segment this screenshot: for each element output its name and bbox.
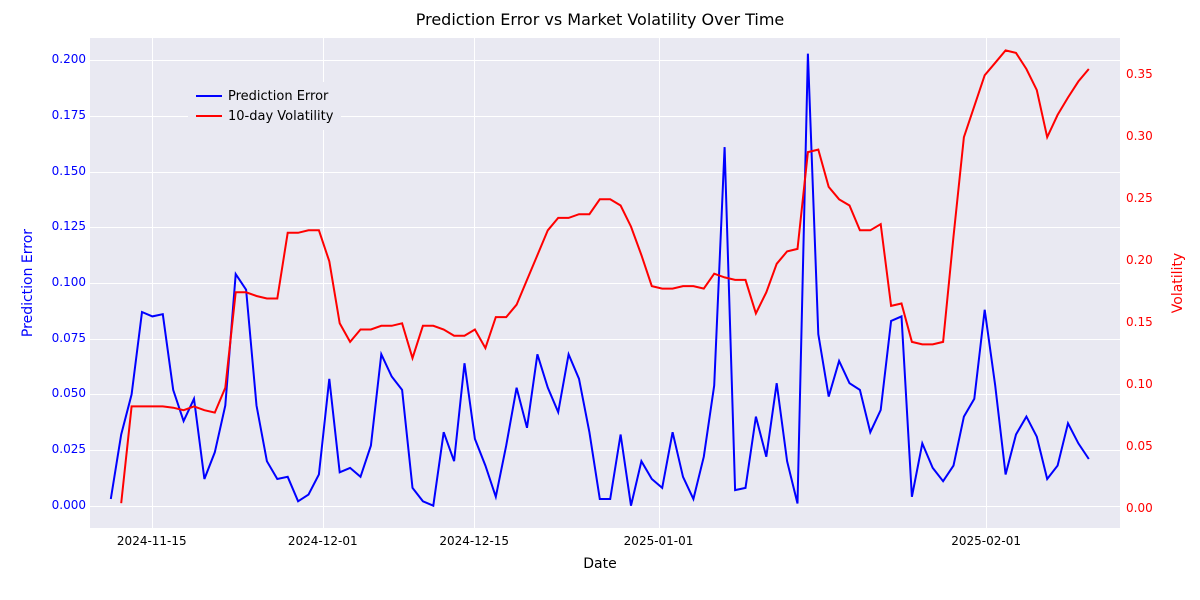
plot-area: Prediction Error 10-day Volatility	[90, 38, 1120, 528]
y1-tick-label: 0.050	[52, 386, 86, 400]
y1-tick-label: 0.150	[52, 164, 86, 178]
y1-tick-label: 0.075	[52, 331, 86, 345]
legend-swatch-volatility	[196, 115, 222, 117]
y1-tick-label: 0.200	[52, 52, 86, 66]
x-tick-label: 2025-01-01	[624, 534, 694, 548]
legend-item-volatility: 10-day Volatility	[196, 106, 333, 126]
x-tick-label: 2024-12-15	[439, 534, 509, 548]
y2-tick-label: 0.35	[1126, 67, 1153, 81]
legend-item-prediction-error: Prediction Error	[196, 86, 333, 106]
legend-label: 10-day Volatility	[228, 109, 333, 124]
y1-tick-label: 0.000	[52, 498, 86, 512]
y2-tick-label: 0.30	[1126, 129, 1153, 143]
chart-title: Prediction Error vs Market Volatility Ov…	[0, 10, 1200, 29]
legend: Prediction Error 10-day Volatility	[188, 82, 341, 130]
legend-swatch-prediction-error	[196, 95, 222, 97]
x-tick-label: 2024-11-15	[117, 534, 187, 548]
y2-tick-label: 0.15	[1126, 315, 1153, 329]
y1-tick-label: 0.025	[52, 442, 86, 456]
y2-tick-label: 0.25	[1126, 191, 1153, 205]
y2-tick-label: 0.10	[1126, 377, 1153, 391]
y1-tick-label: 0.100	[52, 275, 86, 289]
x-tick-label: 2024-12-01	[288, 534, 358, 548]
y1-axis-label: Prediction Error	[20, 229, 36, 337]
legend-label: Prediction Error	[228, 89, 328, 104]
y2-tick-label: 0.05	[1126, 439, 1153, 453]
figure: Prediction Error vs Market Volatility Ov…	[0, 0, 1200, 600]
x-tick-label: 2025-02-01	[951, 534, 1021, 548]
y2-axis-label: Volatility	[1170, 253, 1186, 313]
y1-tick-label: 0.125	[52, 219, 86, 233]
y2-tick-label: 0.00	[1126, 501, 1153, 515]
y1-tick-label: 0.175	[52, 108, 86, 122]
x-axis-label: Date	[583, 556, 616, 572]
y2-tick-label: 0.20	[1126, 253, 1153, 267]
